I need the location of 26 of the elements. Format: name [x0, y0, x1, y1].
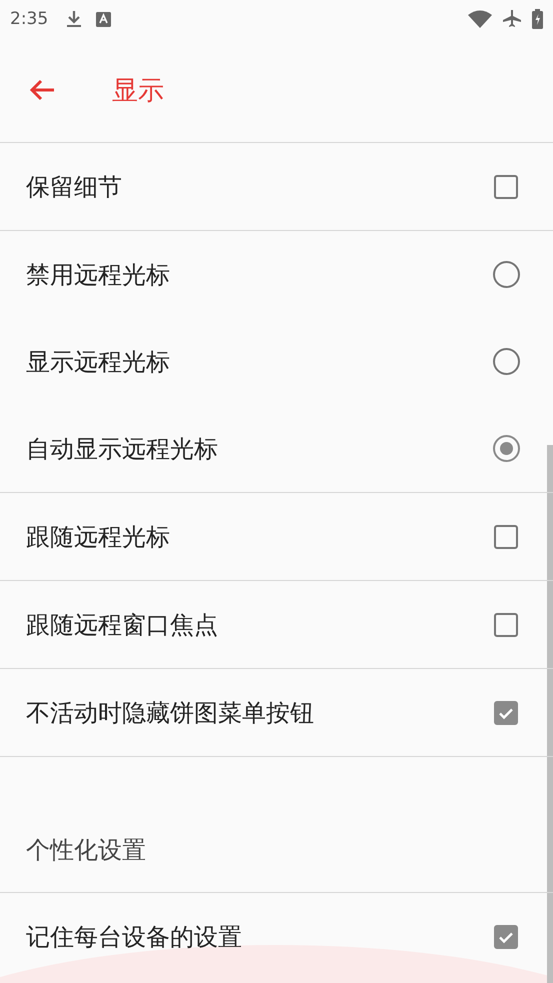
airplane-icon	[502, 9, 522, 29]
screen-title: 显示	[112, 74, 164, 108]
checkbox[interactable]	[494, 924, 518, 948]
setting-label: 保留细节	[26, 172, 123, 202]
checkbox[interactable]	[494, 524, 518, 548]
checkbox[interactable]	[494, 700, 518, 724]
setting-label: 记住每台设备的设置	[26, 922, 243, 952]
back-icon[interactable]	[28, 78, 56, 102]
download-icon	[66, 10, 82, 28]
radio-button[interactable]	[493, 261, 520, 288]
status-time: 2:35	[10, 9, 48, 29]
setting-label: 自动显示远程光标	[26, 434, 219, 464]
battery-icon	[532, 9, 543, 29]
wifi-icon	[468, 10, 492, 28]
setting-label: 不活动时隐藏饼图菜单按钮	[26, 698, 315, 728]
setting-label: 跟随远程窗口焦点	[26, 610, 219, 640]
keyboard-icon	[96, 12, 112, 26]
setting-label: 显示远程光标	[26, 346, 171, 378]
checkbox[interactable]	[494, 612, 518, 636]
radio-button[interactable]	[493, 348, 520, 375]
scrollbar[interactable]	[547, 445, 553, 983]
radio-button[interactable]	[493, 435, 520, 462]
checkbox[interactable]	[494, 174, 518, 198]
setting-label: 禁用远程光标	[26, 260, 171, 290]
setting-label: 跟随远程光标	[26, 522, 171, 552]
section-header: 个性化设置	[26, 835, 146, 866]
